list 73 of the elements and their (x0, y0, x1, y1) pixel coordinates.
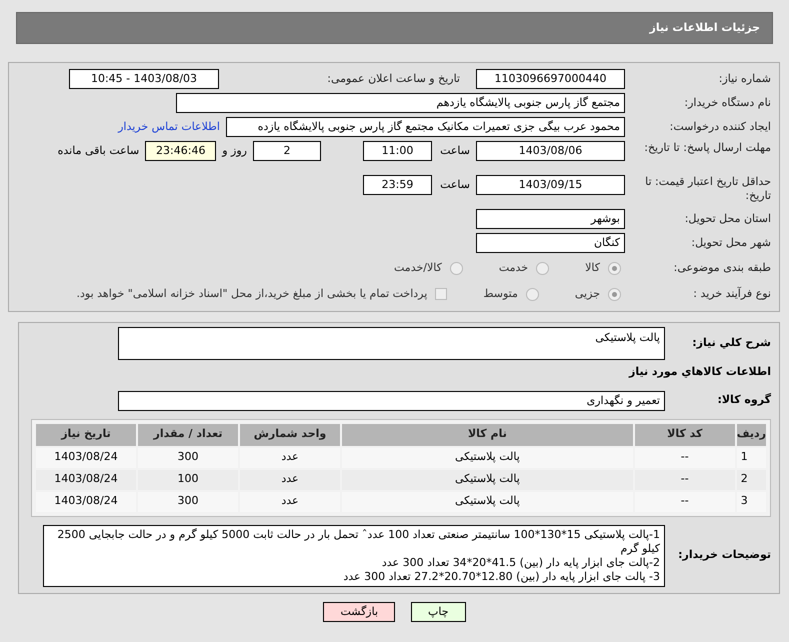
field-label: حداقل تاریخ اعتبار قیمت: تا تاریخ: (644, 175, 771, 203)
value-field: تعمیر و نگهداری (118, 390, 665, 410)
days-label: روز و (222, 143, 247, 159)
column-header: کد کالا (634, 424, 735, 446)
checkbox[interactable] (435, 288, 448, 300)
table-cell: پالت پلاستیکی (342, 470, 633, 490)
value-field: بوشهر (476, 209, 625, 229)
radio-label: کالا/خدمت (394, 260, 442, 276)
field-label: شهر محل تحویل: (690, 236, 771, 250)
field-label: شماره نیاز: (718, 72, 771, 86)
radio-label: متوسط (483, 286, 518, 302)
column-header: نام کالا (342, 424, 633, 446)
table-cell: عدد (240, 470, 340, 490)
field-label: استان محل تحویل: (684, 212, 771, 226)
table-cell: -- (634, 492, 735, 512)
field-label: مهلت ارسال پاسخ: تا تاریخ: (643, 141, 771, 155)
remaining-time-field: 23:46:46 (145, 141, 216, 161)
value-field: محمود عرب بیگی جزی تعمیرات مکانیک مجتمع گاز پارس جنوبی پالایشگاه یازده (226, 117, 625, 137)
table-cell: عدد (240, 448, 340, 468)
buyer-notes-textarea[interactable]: 1-پالت پلاستیکی 15*130*100 سانتیمتر صنعتی تعداد 100 عددˆ تحمل بار در حالت ثابت 5000 کیلو گرم و در حالت جابجایی 2500 کیلو گرم 2-پالت جای ابزار پایه دار (بین) 41.5*20*34 تعداد 300 عدد 3- پالت جای ابزار پایه دار (بین) 12.80*20.70*27.2 تعداد 300 عدد (43, 524, 665, 586)
value-field: 1403/08/03 - 10:45 (69, 69, 219, 89)
buyer-contact-link[interactable]: اطلاعات تماس خریدار (118, 118, 220, 136)
column-header: واحد شمارش (240, 424, 340, 446)
radio-button[interactable] (526, 288, 539, 300)
radio-label: خدمت (498, 260, 528, 276)
field-label: نوع فرآیند خرید : (692, 287, 771, 301)
table-cell: پالت پلاستیکی (342, 492, 633, 512)
column-header: تعداد / مقدار (138, 424, 238, 446)
value-field: 11:00 (363, 141, 432, 161)
field-label: گروه کالا: (716, 392, 771, 408)
treasury-label: پرداخت تمام یا بخشی از مبلغ خرید،از محل "اسناد خزانه اسلامی" خواهد بود. (76, 286, 428, 302)
table-cell: -- (634, 448, 735, 468)
table-cell: 1403/08/24 (36, 492, 136, 512)
table-cell: 100 (138, 470, 238, 490)
field-label: نام دستگاه خریدار: (683, 96, 771, 110)
radio-button[interactable] (536, 262, 550, 274)
table-cell: 1403/08/24 (36, 448, 136, 468)
value-field: 1403/09/15 (476, 175, 625, 195)
time-label: ساعت (439, 143, 470, 159)
table-cell: عدد (240, 492, 340, 512)
table-cell: 2 (736, 470, 766, 490)
print-button[interactable]: چاپ (411, 602, 466, 622)
radio-label: کالا (585, 260, 600, 276)
remaining-label: ساعت باقی مانده (58, 143, 140, 159)
summary-textarea[interactable]: پالت پلاستیکی (118, 327, 665, 360)
field-label: توضیحات خریدار: (677, 547, 771, 564)
back-button[interactable]: بازگشت (323, 602, 396, 622)
table-cell: 3 (736, 492, 766, 512)
field-label: تاریخ و ساعت اعلان عمومی: (326, 72, 461, 86)
table-cell: 1403/08/24 (36, 470, 136, 490)
radio-label: جزیی (574, 286, 600, 302)
value-field: کنگان (476, 233, 625, 253)
table-cell: 300 (138, 492, 238, 512)
radio-button[interactable] (450, 262, 463, 274)
table-cell: پالت پلاستیکی (342, 448, 633, 468)
section-heading: اطلاعات كالاهاي مورد نياز (628, 364, 771, 380)
field-label: طبقه بندی موضوعی: (672, 261, 771, 275)
table-cell: 1 (736, 448, 766, 468)
radio-button[interactable] (608, 288, 621, 300)
page-title: جزئیات اطلاعات نیاز (650, 20, 760, 36)
table-cell: -- (634, 470, 735, 490)
value-field: 2 (253, 141, 321, 161)
value-field: 1403/08/06 (476, 141, 625, 161)
column-header: ردیف (736, 424, 766, 446)
field-label: شرح کلي نياز: (691, 335, 771, 351)
value-field: 23:59 (363, 175, 432, 195)
column-header: تاریخ نیاز (36, 424, 136, 446)
radio-button[interactable] (608, 262, 621, 274)
time-label: ساعت (439, 177, 470, 193)
field-label: ایجاد کننده درخواست: (668, 120, 771, 134)
table-cell: 300 (138, 448, 238, 468)
value-field: 1103096697000440 (476, 69, 625, 89)
value-field: مجتمع گاز پارس جنوبی پالایشگاه یازدهم (176, 93, 625, 113)
